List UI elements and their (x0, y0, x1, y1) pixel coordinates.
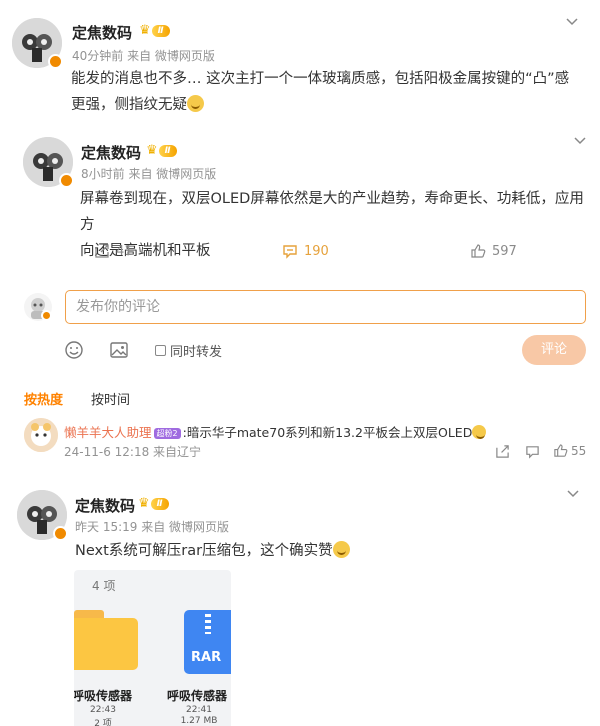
repost-checkbox[interactable]: 同时转发 (155, 341, 222, 360)
post-meta: 昨天 15:19 来自 微博网页版 (75, 520, 230, 534)
reply-comment: 懒羊羊大人助理 超粉2:暗示华子mate70系列和新13.2平板会上双层OLED (64, 422, 487, 441)
verified-badge-icon (53, 526, 68, 541)
post-meta: 8小时前 来自 微博网页版 (81, 167, 217, 181)
comment-button[interactable]: 190 (282, 243, 329, 259)
vip-badge[interactable]: ♛ Ⅱ (138, 497, 169, 511)
smirk-emoji-icon (187, 95, 204, 112)
image-icon[interactable] (109, 340, 129, 360)
thumbs-up-icon (471, 244, 486, 258)
post-username[interactable]: 定焦数码 (81, 142, 141, 163)
vip-badge[interactable]: ♛ Ⅱ (139, 24, 170, 38)
verified-badge-icon (41, 310, 52, 321)
post-meta: 40分钟前 来自 微博网页版 (72, 49, 215, 63)
repost-count: 41 (116, 243, 133, 259)
folder-name: 呼吸传感器 (74, 689, 133, 703)
comment-count: 190 (304, 243, 329, 259)
rar-size: 1.27 MB (180, 716, 218, 726)
fan-badge: 超粉2 (153, 428, 181, 439)
vip-badge[interactable]: ♛ Ⅱ (146, 144, 177, 158)
reply-like-count: 55 (571, 443, 587, 458)
submit-comment-button[interactable]: 评论 (522, 335, 586, 365)
post-content: Next系统可解压rar压缩包，这个确实赞 (75, 538, 575, 564)
crown-icon: ♛ (138, 496, 150, 511)
chevron-down-icon[interactable] (566, 487, 580, 501)
avatar[interactable] (24, 418, 58, 452)
emoji-icon[interactable] (64, 340, 84, 360)
folder-subcount: 2 项 (94, 719, 112, 726)
verified-badge-icon (48, 54, 63, 69)
crown-icon: ♛ (139, 23, 151, 38)
comment-icon[interactable] (525, 444, 540, 459)
rar-file-icon: RAR (184, 610, 231, 674)
folder-icon (74, 610, 138, 670)
emoji-icon (472, 425, 487, 439)
chevron-down-icon[interactable] (565, 15, 579, 29)
comment-icon (283, 245, 297, 259)
share-icon (95, 244, 109, 258)
post-username[interactable]: 定焦数码 (72, 22, 132, 43)
reply-like-button[interactable]: 55 (553, 443, 586, 458)
repost-button[interactable]: 41 (94, 243, 133, 259)
checkbox-icon (155, 345, 166, 356)
tab-sort-hot[interactable]: 按热度 (24, 389, 63, 408)
item-count: 4 项 (92, 579, 116, 593)
crown-icon: ♛ (146, 143, 158, 158)
smirk-emoji-icon (332, 541, 350, 558)
rar-name: 呼吸传感器 (167, 689, 228, 703)
post-username[interactable]: 定焦数码 (75, 495, 135, 516)
tab-sort-time[interactable]: 按时间 (91, 389, 130, 408)
reply-meta: 24-11-6 12:18 来自辽宁 (64, 445, 202, 459)
reply-username[interactable]: 懒羊羊大人助理 (64, 425, 152, 440)
chevron-down-icon[interactable] (573, 134, 587, 148)
post-content: 能发的消息也不多… 这次主打一个一体玻璃质感，包括阳极金属按键的“凸”感更强，侧… (71, 71, 570, 113)
verified-badge-icon (59, 173, 74, 188)
like-count: 597 (492, 243, 517, 259)
like-button[interactable]: 597 (470, 243, 517, 259)
comment-input[interactable]: 发布你的评论 (65, 290, 586, 324)
reply-content: :暗示华子mate70系列和新13.2平板会上双层OLED (182, 425, 473, 440)
post-image[interactable]: 4 项 RAR 呼吸传感器 呼吸传感器 22:43 2 项 22:41 1.27… (74, 570, 231, 726)
rar-time: 22:41 (186, 705, 212, 715)
folder-time: 22:43 (90, 705, 116, 715)
share-icon[interactable] (495, 444, 510, 459)
thumbs-up-icon (554, 444, 568, 457)
